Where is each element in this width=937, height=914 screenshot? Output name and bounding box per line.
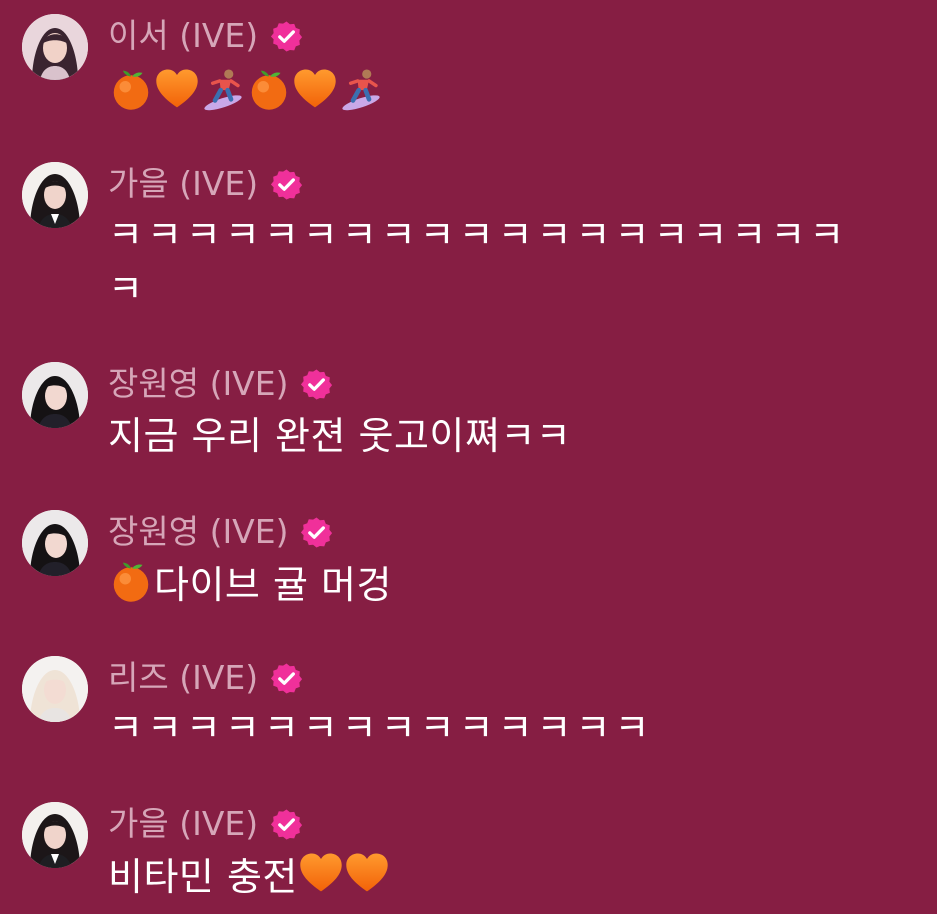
tangerine-emoji xyxy=(246,66,292,112)
orange-heart-emoji xyxy=(298,850,344,896)
tangerine-emoji xyxy=(108,66,154,112)
author-name[interactable]: 가을 (IVE) xyxy=(108,804,258,844)
orange-heart-emoji xyxy=(344,850,390,896)
chat-message: 장원영 (IVE) 지금 우리 완젼 웃고이쪄ㅋㅋ xyxy=(0,362,937,462)
author-name[interactable]: 장원영 (IVE) xyxy=(108,364,288,404)
chat-message: 장원영 (IVE) 다이브 귤 머겅 xyxy=(0,510,937,610)
verified-badge-icon xyxy=(300,368,333,401)
message-text: ㅋㅋㅋㅋㅋㅋㅋㅋㅋㅋㅋㅋㅋㅋ xyxy=(108,706,654,750)
avatar[interactable] xyxy=(22,14,88,80)
chat-message: 가을 (IVE) ㅋㅋㅋㅋㅋㅋㅋㅋㅋㅋㅋㅋㅋㅋㅋㅋㅋㅋㅋㅋ xyxy=(0,162,937,322)
verified-badge-icon xyxy=(270,662,303,695)
verified-badge-icon xyxy=(270,808,303,841)
verified-badge-icon xyxy=(270,168,303,201)
tangerine-emoji xyxy=(108,558,154,604)
author-name[interactable]: 가을 (IVE) xyxy=(108,164,258,204)
message-text xyxy=(108,66,384,119)
chat-message: 가을 (IVE) 비타민 충전 xyxy=(0,802,937,902)
chat-log: 이서 (IVE) 가을 (IVE) ㅋㅋㅋㅋㅋㅋㅋㅋㅋㅋㅋㅋㅋㅋㅋㅋㅋㅋㅋㅋ 장… xyxy=(0,0,937,914)
chat-message: 이서 (IVE) xyxy=(0,14,937,124)
message-text: 지금 우리 완젼 웃고이쪄ㅋㅋ xyxy=(108,414,572,458)
avatar[interactable] xyxy=(22,362,88,428)
orange-heart-emoji xyxy=(154,66,200,112)
avatar[interactable] xyxy=(22,802,88,868)
message-text: ㅋㅋㅋㅋㅋㅋㅋㅋㅋㅋㅋㅋㅋㅋㅋㅋㅋㅋㅋㅋ xyxy=(108,213,849,311)
verified-badge-icon xyxy=(270,20,303,53)
message-body: 비타민 충전 xyxy=(108,855,298,899)
author-name[interactable]: 리즈 (IVE) xyxy=(108,658,258,698)
chat-message: 리즈 (IVE) ㅋㅋㅋㅋㅋㅋㅋㅋㅋㅋㅋㅋㅋㅋ xyxy=(0,656,937,756)
author-name[interactable]: 이서 (IVE) xyxy=(108,16,258,56)
author-name[interactable]: 장원영 (IVE) xyxy=(108,512,288,552)
snowboarder-emoji xyxy=(200,66,246,112)
orange-heart-emoji xyxy=(292,66,338,112)
verified-badge-icon xyxy=(300,516,333,549)
message-text: 다이브 귤 머겅 xyxy=(108,558,392,611)
avatar[interactable] xyxy=(22,162,88,228)
message-text: 비타민 충전 xyxy=(108,850,390,903)
avatar[interactable] xyxy=(22,656,88,722)
avatar[interactable] xyxy=(22,510,88,576)
snowboarder-emoji xyxy=(338,66,384,112)
message-body: 다이브 귤 머겅 xyxy=(154,563,392,607)
